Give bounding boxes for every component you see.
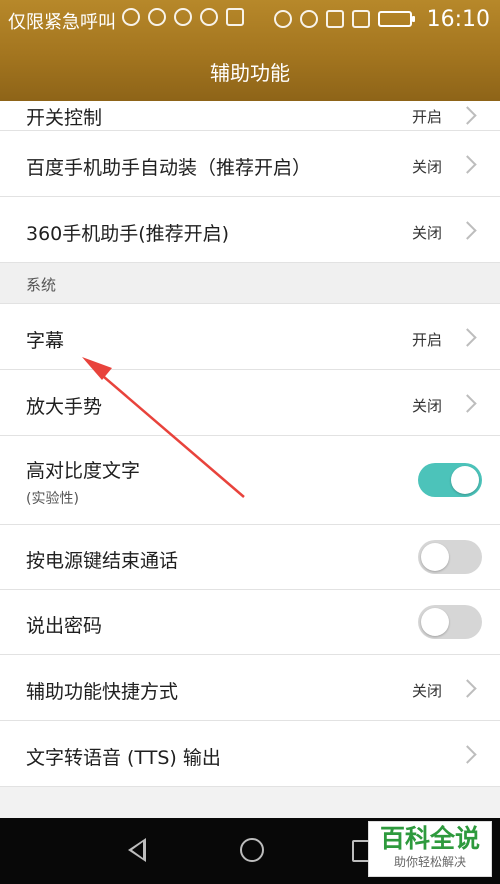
setting-label: 高对比度文字 — [26, 460, 141, 482]
setting-row-tts-output[interactable]: 文字转语音 (TTS) 输出 — [0, 721, 500, 787]
sim2-icon — [352, 10, 370, 28]
setting-value: 关闭 — [411, 224, 442, 242]
alarm-icon — [274, 10, 292, 28]
page-title: 辅助功能 — [210, 61, 290, 85]
setting-label: 开关控制 — [26, 107, 103, 129]
sim1-icon — [326, 10, 344, 28]
moon-icon — [122, 8, 140, 26]
chevron-right-icon — [458, 394, 477, 413]
status-bar: 仅限紧急呼叫 16:10 — [0, 0, 500, 38]
chevron-right-icon — [458, 155, 477, 174]
status-icons-left — [122, 8, 244, 26]
high-contrast-toggle[interactable] — [418, 463, 482, 497]
setting-value: 关闭 — [411, 158, 442, 176]
chevron-right-icon — [458, 745, 477, 764]
setting-row-power-ends-call[interactable]: 按电源键结束通话 — [0, 525, 500, 590]
setting-row-magnification[interactable]: 放大手势 关闭 — [0, 370, 500, 436]
setting-value: 开启 — [411, 108, 442, 126]
setting-row-high-contrast-text[interactable]: 高对比度文字 (实验性) — [0, 436, 500, 525]
toggle-knob — [451, 466, 479, 494]
setting-row-baidu-assistant[interactable]: 百度手机助手自动装（推荐开启） 关闭 — [0, 131, 500, 197]
section-label: 系统 — [26, 276, 57, 294]
app-header: 仅限紧急呼叫 16:10 辅助功能 — [0, 0, 500, 101]
home-icon[interactable] — [240, 838, 264, 862]
setting-sublabel: (实验性) — [26, 491, 79, 507]
setting-row-switch-control[interactable]: 开关控制 开启 — [0, 101, 500, 131]
chevron-right-icon — [458, 679, 477, 698]
setting-label: 360手机助手(推荐开启) — [26, 223, 230, 245]
setting-label: 放大手势 — [26, 396, 103, 418]
setting-label: 文字转语音 (TTS) 输出 — [26, 747, 221, 769]
section-header-system: 系统 — [0, 263, 500, 304]
back-icon[interactable] — [128, 838, 146, 862]
setting-value: 关闭 — [411, 397, 442, 415]
chevron-right-icon — [458, 328, 477, 347]
setting-label: 按电源键结束通话 — [26, 550, 179, 572]
settings-list: 开关控制 开启 百度手机助手自动装（推荐开启） 关闭 360手机助手(推荐开启)… — [0, 101, 500, 787]
setting-label: 字幕 — [26, 330, 65, 352]
setting-label: 百度手机助手自动装（推荐开启） — [26, 157, 312, 179]
setting-value: 关闭 — [411, 682, 442, 700]
wifi-icon — [174, 8, 192, 26]
setting-value: 开启 — [411, 331, 442, 349]
setting-row-speak-passwords[interactable]: 说出密码 — [0, 590, 500, 655]
chevron-right-icon — [458, 221, 477, 240]
toggle-knob — [421, 543, 449, 571]
sync-icon — [148, 8, 166, 26]
chevron-right-icon — [458, 106, 477, 125]
app-notification-icon — [200, 8, 218, 26]
watermark-logo: 百科全说 助你轻松解决 — [368, 821, 492, 877]
watermark-subtitle: 助你轻松解决 — [393, 855, 466, 869]
speak-passwords-toggle[interactable] — [418, 605, 482, 639]
power-ends-call-toggle[interactable] — [418, 540, 482, 574]
setting-row-360-assistant[interactable]: 360手机助手(推荐开启) 关闭 — [0, 197, 500, 263]
status-time: 16:10 — [426, 7, 490, 32]
watermark-title: 百科全说 — [379, 824, 480, 853]
battery-icon — [378, 11, 415, 27]
setting-row-captions[interactable]: 字幕 开启 — [0, 304, 500, 370]
setting-row-accessibility-shortcut[interactable]: 辅助功能快捷方式 关闭 — [0, 655, 500, 721]
wifi-signal-icon — [300, 10, 318, 28]
status-icons-right — [274, 10, 415, 28]
image-icon — [226, 8, 244, 26]
toggle-knob — [421, 608, 449, 636]
carrier-text: 仅限紧急呼叫 — [8, 12, 116, 33]
setting-label: 辅助功能快捷方式 — [26, 681, 179, 703]
setting-label: 说出密码 — [26, 615, 103, 637]
